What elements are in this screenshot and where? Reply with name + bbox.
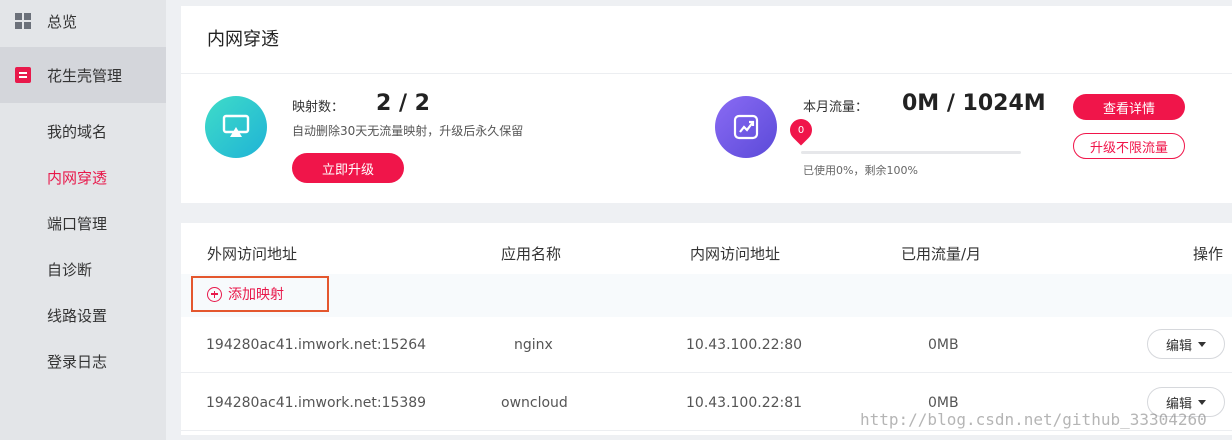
sidebar-item-intranet[interactable]: 内网穿透 [0,154,166,200]
external-address: 194280ac41.imwork.net:15264 [206,337,427,353]
summary-card: 内网穿透 映射数： 2 / 2 自动删除30天无流量映射，升级后永久保留 立即升… [181,6,1232,203]
monthly-traffic-value: 0M / 1024M [902,91,1046,116]
sidebar-item-label: 总览 [47,12,78,31]
usage-marker-value: 0 [797,124,805,136]
add-mapping-row: 添加映射 [181,274,1232,317]
add-mapping-label: 添加映射 [228,287,284,303]
column-header-internal: 内网访问地址 [690,245,781,263]
sidebar-item-label: 线路设置 [47,306,108,325]
mapping-note: 自动删除30天无流量映射，升级后永久保留 [292,124,524,138]
app-name: nginx [514,337,553,353]
sidebar-item-diagnose[interactable]: 自诊断 [0,246,166,292]
external-address: 194280ac41.imwork.net:15389 [206,395,427,411]
edit-label: 编辑 [1165,396,1192,412]
mapping-count-label: 映射数： [292,100,345,115]
mapping-count-value: 2 / 2 [376,91,430,116]
mapping-table: 外网访问地址 应用名称 内网访问地址 已用流量/月 操作 添加映射 194280… [181,223,1232,435]
upgrade-unlimited-button[interactable]: 升级不限流量 [1073,133,1185,159]
upgrade-now-button[interactable]: 立即升级 [292,153,404,183]
sidebar-item-label: 内网穿透 [47,168,108,187]
sidebar-item-label: 自诊断 [47,260,93,279]
edit-label: 编辑 [1165,338,1192,354]
edit-dropdown-button[interactable]: 编辑 [1147,329,1225,359]
watermark: http://blog.csdn.net/github_33304260 [860,410,1207,429]
usage-text: 已使用0%，剩余100% [803,164,918,177]
sidebar-item-login-log[interactable]: 登录日志 [0,338,166,384]
page-title: 内网穿透 [181,6,1232,74]
sidebar-item-label: 端口管理 [47,214,108,233]
trend-chart-icon [715,96,777,158]
table-row: 194280ac41.imwork.net:15264 nginx 10.43.… [181,317,1232,373]
column-header-external: 外网访问地址 [207,245,298,263]
internal-address: 10.43.100.22:81 [686,395,803,411]
sidebar-group-oray[interactable]: 花生壳管理 [0,47,166,103]
sidebar-item-domains[interactable]: 我的域名 [0,108,166,154]
column-header-app: 应用名称 [501,245,562,263]
monthly-traffic-label: 本月流量： [803,100,869,115]
screen-cast-icon [205,96,267,158]
plus-circle-icon [207,286,222,302]
document-icon [15,67,31,83]
sidebar-item-label: 我的域名 [47,122,108,141]
caret-down-icon [1198,341,1206,347]
add-mapping-button[interactable]: 添加映射 [191,276,329,312]
column-header-action: 操作 [1193,245,1224,263]
traffic-used: 0MB [928,337,959,353]
internal-address: 10.43.100.22:80 [686,337,803,353]
sidebar-item-overview[interactable]: 总览 [0,0,166,42]
dashboard-icon [15,13,31,29]
sidebar-item-label: 登录日志 [47,352,108,371]
usage-marker: 0 [785,114,817,146]
sidebar: 总览 花生壳管理 我的域名 内网穿透 端口管理 自诊断 线路设置 登录日志 [0,0,166,440]
app-name: owncloud [501,395,568,411]
sidebar-item-ports[interactable]: 端口管理 [0,200,166,246]
caret-down-icon [1198,399,1206,405]
sidebar-group-label: 花生壳管理 [47,66,123,85]
column-header-traffic: 已用流量/月 [901,245,982,263]
sidebar-item-route[interactable]: 线路设置 [0,292,166,338]
traffic-progress-bar [801,151,1021,154]
view-details-button[interactable]: 查看详情 [1073,94,1185,120]
